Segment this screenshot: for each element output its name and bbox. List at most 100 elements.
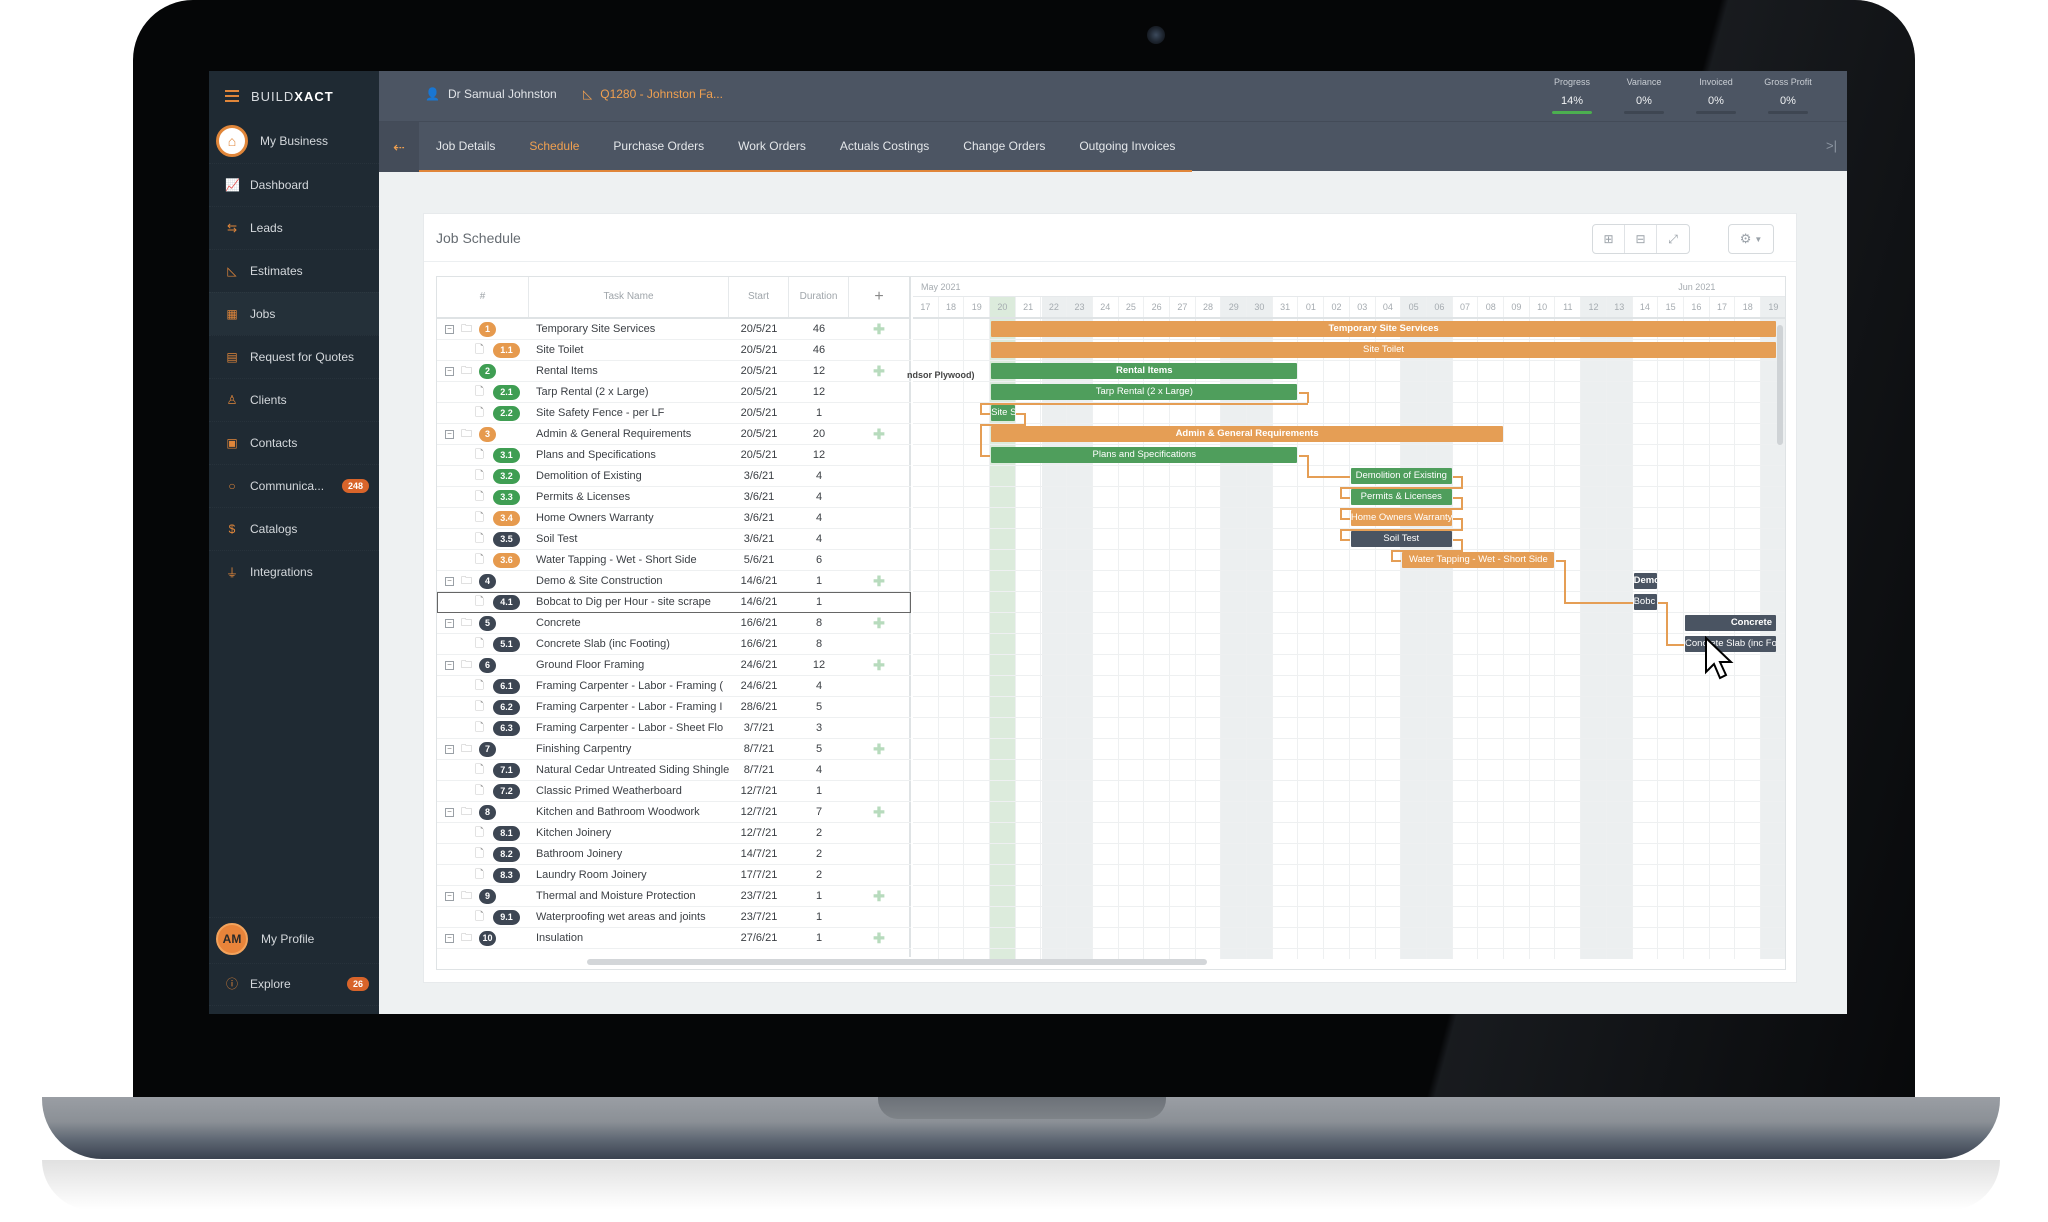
task-start-cell[interactable]: 3/6/21 [729,491,789,503]
task-start-cell[interactable]: 8/7/21 [729,764,789,776]
task-name-cell[interactable]: Natural Cedar Untreated Siding Shingle [529,764,729,776]
collapse-all-icon[interactable]: ⊟ [1625,225,1657,253]
task-name-cell[interactable]: Framing Carpenter - Labor - Sheet Flo [529,722,729,734]
task-start-cell[interactable]: 20/5/21 [729,407,789,419]
collapse-toggle-icon[interactable]: − [445,807,454,817]
gantt-bar[interactable]: Site Toilet [991,342,1776,358]
table-row[interactable]: − 🗀 10 Insulation 27/6/21 1 ✚ [437,928,911,949]
task-start-cell[interactable]: 16/6/21 [729,617,789,629]
task-start-cell[interactable]: 24/6/21 [729,659,789,671]
task-duration-cell[interactable]: 4 [789,491,849,503]
table-row[interactable]: 🗋 3.3 Permits & Licenses 3/6/21 4 [437,487,911,508]
task-start-cell[interactable]: 12/7/21 [729,785,789,797]
my-business-link[interactable]: ⌂ My Business [209,123,379,159]
table-row[interactable]: 🗋 3.1 Plans and Specifications 20/5/21 1… [437,445,911,466]
task-name-cell[interactable]: Laundry Room Joinery [529,869,729,881]
task-duration-cell[interactable]: 46 [789,344,849,356]
column-header-duration[interactable]: Duration [789,277,849,317]
table-row[interactable]: − 🗀 5 Concrete 16/6/21 8 ✚ [437,613,911,634]
task-name-cell[interactable]: Site Toilet [529,344,729,356]
gantt-bar[interactable]: Soil Test [1350,531,1452,547]
add-subtask-icon[interactable]: ✚ [849,426,909,443]
column-header-number[interactable]: # [437,277,529,317]
task-start-cell[interactable]: 23/7/21 [729,911,789,923]
gantt-bar[interactable]: Tarp Rental (2 x Large) [991,384,1298,400]
task-name-cell[interactable]: Insulation [529,932,729,944]
task-duration-cell[interactable]: 4 [789,764,849,776]
task-duration-cell[interactable]: 4 [789,680,849,692]
sidebar-item-leads[interactable]: ⇆ Leads [209,206,379,249]
task-duration-cell[interactable]: 8 [789,638,849,650]
task-name-cell[interactable]: Site Safety Fence - per LF [529,407,729,419]
task-start-cell[interactable]: 3/6/21 [729,533,789,545]
client-link[interactable]: 👤 Dr Samual Johnston [425,87,557,101]
table-row[interactable]: 🗋 3.2 Demolition of Existing 3/6/21 4 [437,466,911,487]
tab-change-orders[interactable]: Change Orders [946,122,1062,170]
task-name-cell[interactable]: Framing Carpenter - Labor - Framing ( [529,680,729,692]
task-duration-cell[interactable]: 3 [789,722,849,734]
collapse-toggle-icon[interactable]: − [445,744,454,754]
task-name-cell[interactable]: Concrete Slab (inc Footing) [529,638,729,650]
table-row[interactable]: 🗋 3.6 Water Tapping - Wet - Short Side 5… [437,550,911,571]
task-start-cell[interactable]: 20/5/21 [729,365,789,377]
table-row[interactable]: 🗋 1.1 Site Toilet 20/5/21 46 [437,340,911,361]
table-row[interactable]: − 🗀 9 Thermal and Moisture Protection 23… [437,886,911,907]
add-subtask-icon[interactable]: ✚ [849,657,909,674]
table-row[interactable]: 🗋 3.4 Home Owners Warranty 3/6/21 4 [437,508,911,529]
task-duration-cell[interactable]: 8 [789,617,849,629]
add-subtask-icon[interactable]: ✚ [849,363,909,380]
task-start-cell[interactable]: 27/6/21 [729,932,789,944]
task-duration-cell[interactable]: 4 [789,512,849,524]
gantt-bar[interactable]: Plans and Specifications [991,447,1298,463]
gantt-bar[interactable]: Admin & General Requirements [991,426,1504,442]
gantt-bar[interactable]: Site S [991,405,1015,421]
add-subtask-icon[interactable]: ✚ [849,804,909,821]
table-row[interactable]: 🗋 8.2 Bathroom Joinery 14/7/21 2 [437,844,911,865]
sidebar-item-integrations[interactable]: ⏚ Integrations [209,550,379,593]
task-duration-cell[interactable]: 20 [789,428,849,440]
add-subtask-icon[interactable]: ✚ [849,615,909,632]
collapse-toggle-icon[interactable]: − [445,933,454,943]
task-duration-cell[interactable]: 4 [789,470,849,482]
collapse-toggle-icon[interactable]: − [445,324,454,334]
task-duration-cell[interactable]: 1 [789,575,849,587]
vertical-scrollbar[interactable] [1777,325,1783,445]
table-row[interactable]: 🗋 8.3 Laundry Room Joinery 17/7/21 2 [437,865,911,886]
collapse-toggle-icon[interactable]: − [445,618,454,628]
task-duration-cell[interactable]: 7 [789,806,849,818]
table-row[interactable]: − 🗀 1 Temporary Site Services 20/5/21 46… [437,319,911,340]
task-name-cell[interactable]: Demo & Site Construction [529,575,729,587]
task-start-cell[interactable]: 12/7/21 [729,806,789,818]
task-name-cell[interactable]: Framing Carpenter - Labor - Framing I [529,701,729,713]
task-name-cell[interactable]: Admin & General Requirements [529,428,729,440]
add-subtask-icon[interactable]: ✚ [849,573,909,590]
table-row[interactable]: − 🗀 6 Ground Floor Framing 24/6/21 12 ✚ [437,655,911,676]
task-start-cell[interactable]: 20/5/21 [729,449,789,461]
gantt-bar[interactable]: Rental Items [991,363,1298,379]
tab-schedule[interactable]: Schedule [512,122,596,170]
sidebar-item-communica[interactable]: ○ Communica... 248 [209,464,379,507]
sidebar-item-my-profile[interactable]: AM My Profile [209,917,379,959]
task-name-cell[interactable]: Thermal and Moisture Protection [529,890,729,902]
task-name-cell[interactable]: Bathroom Joinery [529,848,729,860]
task-name-cell[interactable]: Ground Floor Framing [529,659,729,671]
task-start-cell[interactable]: 17/7/21 [729,869,789,881]
gantt-bar[interactable]: Demo [1633,573,1658,589]
table-row[interactable]: 🗋 7.1 Natural Cedar Untreated Siding Shi… [437,760,911,781]
tab-purchase-orders[interactable]: Purchase Orders [596,122,721,170]
gantt-bar[interactable]: Permits & Licenses [1350,489,1452,505]
collapse-toggle-icon[interactable]: − [445,660,454,670]
tab-outgoing-invoices[interactable]: Outgoing Invoices [1062,122,1192,170]
task-name-cell[interactable]: Home Owners Warranty [529,512,729,524]
collapse-toggle-icon[interactable]: − [445,366,454,376]
task-name-cell[interactable]: Water Tapping - Wet - Short Side [529,554,729,566]
table-row[interactable]: 🗋 9.1 Waterproofing wet areas and joints… [437,907,911,928]
table-row[interactable]: 🗋 3.5 Soil Test 3/6/21 4 [437,529,911,550]
tab-job-details[interactable]: Job Details [419,122,512,170]
task-duration-cell[interactable]: 12 [789,659,849,671]
task-start-cell[interactable]: 20/5/21 [729,323,789,335]
task-name-cell[interactable]: Soil Test [529,533,729,545]
table-row[interactable]: 🗋 7.2 Classic Primed Weatherboard 12/7/2… [437,781,911,802]
add-subtask-icon[interactable]: ✚ [849,930,909,947]
task-start-cell[interactable]: 28/6/21 [729,701,789,713]
